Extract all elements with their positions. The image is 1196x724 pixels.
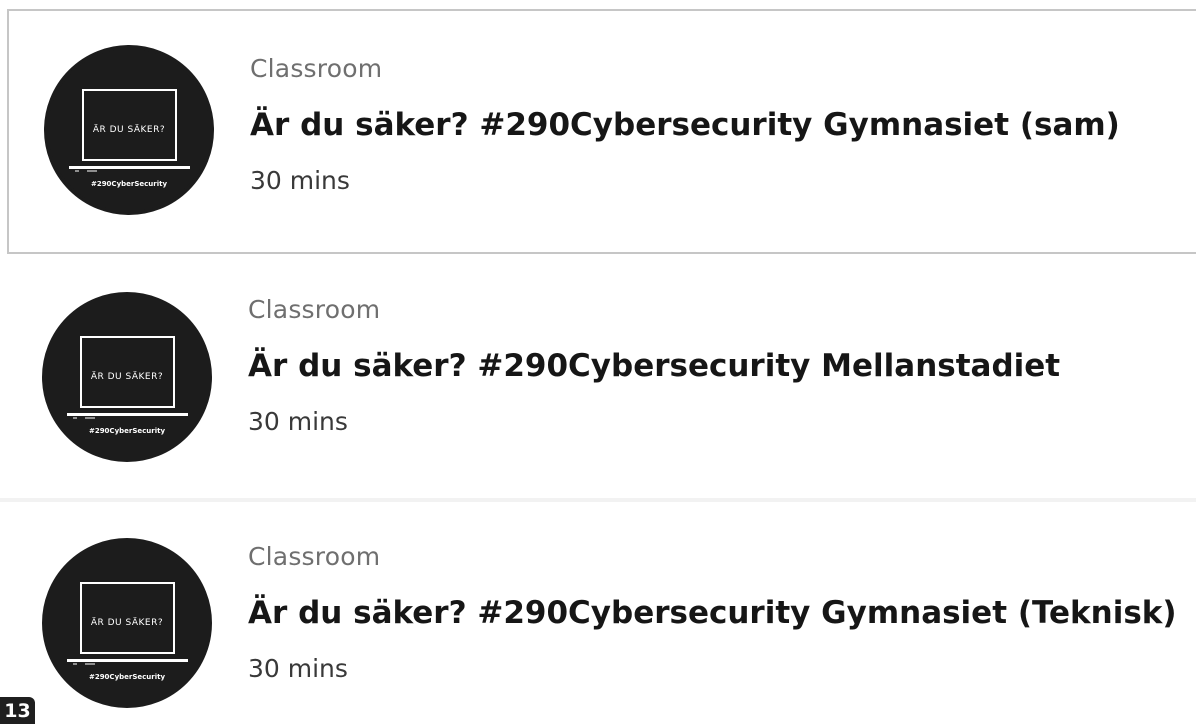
thumb-screen-text: ÄR DU SÄKER? xyxy=(91,371,163,382)
course-list: ÄR DU SÄKER? #290CyberSecurity Classroom… xyxy=(0,0,1196,724)
thumb-screen-text: ÄR DU SÄKER? xyxy=(91,617,163,628)
course-card[interactable]: ÄR DU SÄKER? #290CyberSecurity Classroom… xyxy=(0,260,1196,496)
course-title[interactable]: Är du säker? #290Cybersecurity Mellansta… xyxy=(248,346,1060,386)
course-card[interactable]: ÄR DU SÄKER? #290CyberSecurity Classroom… xyxy=(7,9,1196,254)
laptop-base-icon xyxy=(67,413,188,416)
course-category: Classroom xyxy=(248,542,381,571)
course-category: Classroom xyxy=(248,295,381,324)
thumb-tag-text: #290CyberSecurity xyxy=(89,673,166,681)
thumb-tag-text: #290CyberSecurity xyxy=(89,427,166,435)
laptop-base-icon xyxy=(67,659,188,662)
course-duration: 30 mins xyxy=(248,407,348,436)
course-thumbnail: ÄR DU SÄKER? #290CyberSecurity xyxy=(40,536,214,710)
course-thumbnail: ÄR DU SÄKER? #290CyberSecurity xyxy=(40,290,214,464)
thumb-tag-text: #290CyberSecurity xyxy=(91,180,168,188)
course-title[interactable]: Är du säker? #290Cybersecurity Gymnasiet… xyxy=(250,105,1120,145)
course-duration: 30 mins xyxy=(250,166,350,195)
page-number-badge: 13 xyxy=(0,697,35,724)
course-thumbnail: ÄR DU SÄKER? #290CyberSecurity xyxy=(42,43,216,217)
thumb-screen-text: ÄR DU SÄKER? xyxy=(93,124,165,135)
course-title[interactable]: Är du säker? #290Cybersecurity Gymnasiet… xyxy=(248,593,1177,633)
laptop-base-icon xyxy=(69,166,190,169)
course-card[interactable]: ÄR DU SÄKER? #290CyberSecurity Classroom… xyxy=(0,498,1196,724)
course-duration: 30 mins xyxy=(248,654,348,683)
course-category: Classroom xyxy=(250,54,383,83)
